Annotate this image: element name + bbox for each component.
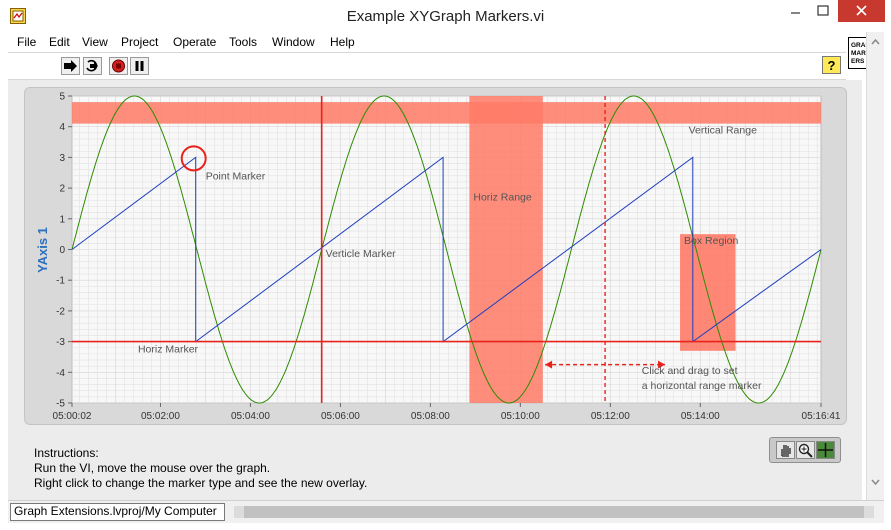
menu-file[interactable]: File: [17, 35, 36, 49]
run-continuously-icon: [86, 59, 98, 72]
context-help-button[interactable]: ?: [822, 56, 841, 74]
abort-icon: [112, 59, 125, 73]
scroll-up-icon: [871, 38, 880, 45]
cursor-button[interactable]: [816, 441, 835, 459]
pause-button[interactable]: [130, 57, 149, 75]
graph-palette: [769, 437, 841, 463]
pause-icon: [135, 61, 144, 71]
menu-view[interactable]: View: [82, 35, 108, 49]
vi-icon-line-3: ERS: [851, 58, 865, 65]
menu-edit[interactable]: Edit: [49, 35, 70, 49]
zoom-icon: [798, 443, 813, 458]
cursor-crosshair-icon: [818, 443, 833, 457]
vertical-scrollbar-graphic: [871, 38, 880, 486]
menu-operate[interactable]: Operate: [173, 35, 216, 49]
abort-button[interactable]: [109, 57, 128, 75]
menu-project[interactable]: Project: [121, 35, 158, 49]
zoom-button[interactable]: [796, 441, 815, 459]
vertical-scrollbar[interactable]: [866, 32, 884, 500]
menu-window[interactable]: Window: [272, 35, 315, 49]
run-arrow-icon: [64, 60, 77, 72]
run-button[interactable]: [61, 57, 80, 75]
horizontal-scrollbar[interactable]: [234, 506, 874, 518]
menu-help[interactable]: Help: [330, 35, 355, 49]
window-title: Example XYGraph Markers.vi: [346, 8, 545, 25]
pan-button[interactable]: [776, 441, 795, 459]
menu-tools[interactable]: Tools: [229, 35, 257, 49]
toolbar: [8, 53, 846, 80]
close-icon: [856, 5, 867, 16]
instructions-line-2: Right click to change the marker type an…: [34, 476, 368, 490]
instructions-title: Instructions:: [34, 446, 99, 460]
instructions-line-1: Run the VI, move the mouse over the grap…: [34, 461, 271, 475]
run-continuously-button[interactable]: [83, 57, 102, 75]
instructions-text: Instructions: Run the VI, move the mouse…: [34, 446, 367, 491]
status-bar: Graph Extensions.lvproj/My Computer: [8, 500, 884, 523]
scroll-down-icon: [871, 479, 880, 486]
close-button[interactable]: [838, 0, 885, 22]
menu-bar: File Edit View Project Operate Tools Win…: [8, 32, 846, 53]
pan-hand-icon: [781, 445, 791, 457]
title-bar: Example XYGraph Markers.vi: [0, 0, 891, 32]
project-path: Graph Extensions.lvproj/My Computer: [10, 503, 225, 521]
xy-graph-frame: [24, 87, 847, 425]
horizontal-scroll-thumb[interactable]: [244, 506, 864, 518]
maximize-icon: [817, 5, 829, 16]
